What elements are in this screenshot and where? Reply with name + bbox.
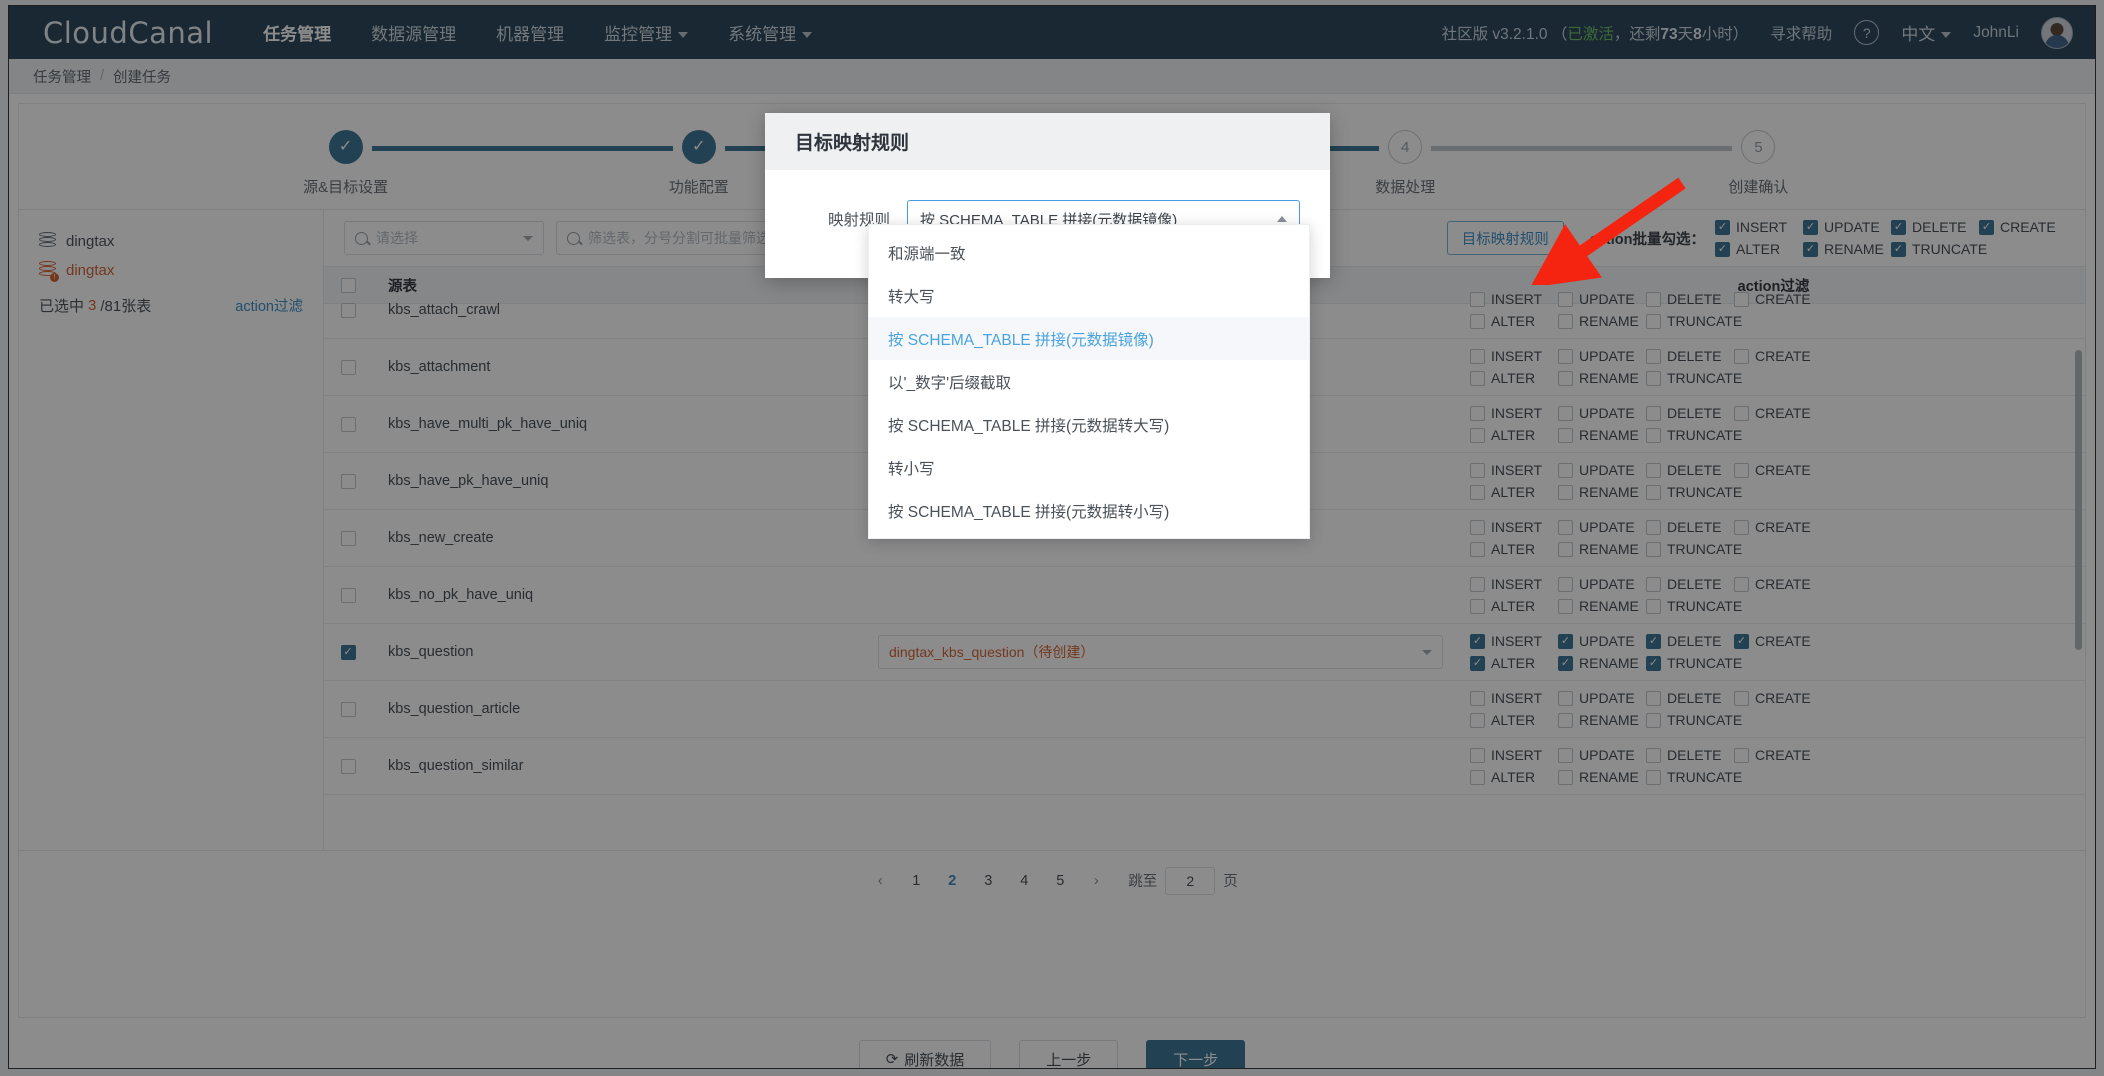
app-root: CloudCanal 任务管理 数据源管理 机器管理 监控管理 系统管理 社区版… [0, 0, 2104, 1076]
dropdown-option-0[interactable]: 和源端一致 [869, 231, 1309, 274]
chevron-up-icon [1277, 216, 1287, 222]
dropdown-option-6[interactable]: 按 SCHEMA_TABLE 拼接(元数据转小写) [869, 489, 1309, 532]
mapping-rule-dropdown: 和源端一致 转大写按 SCHEMA_TABLE 拼接(元数据镜像) 以'_数字'后缀… [868, 224, 1310, 539]
dropdown-option-2[interactable]: 按 SCHEMA_TABLE 拼接(元数据镜像) [869, 317, 1309, 360]
dropdown-option-1[interactable]: 转大写 [869, 274, 1309, 317]
dropdown-option-3[interactable]: 以'_数字'后缀截取 [869, 360, 1309, 403]
dropdown-option-4[interactable]: 按 SCHEMA_TABLE 拼接(元数据转大写) [869, 403, 1309, 446]
modal-title: 目标映射规则 [765, 113, 1330, 170]
dropdown-option-5[interactable]: 转小写 [869, 446, 1309, 489]
